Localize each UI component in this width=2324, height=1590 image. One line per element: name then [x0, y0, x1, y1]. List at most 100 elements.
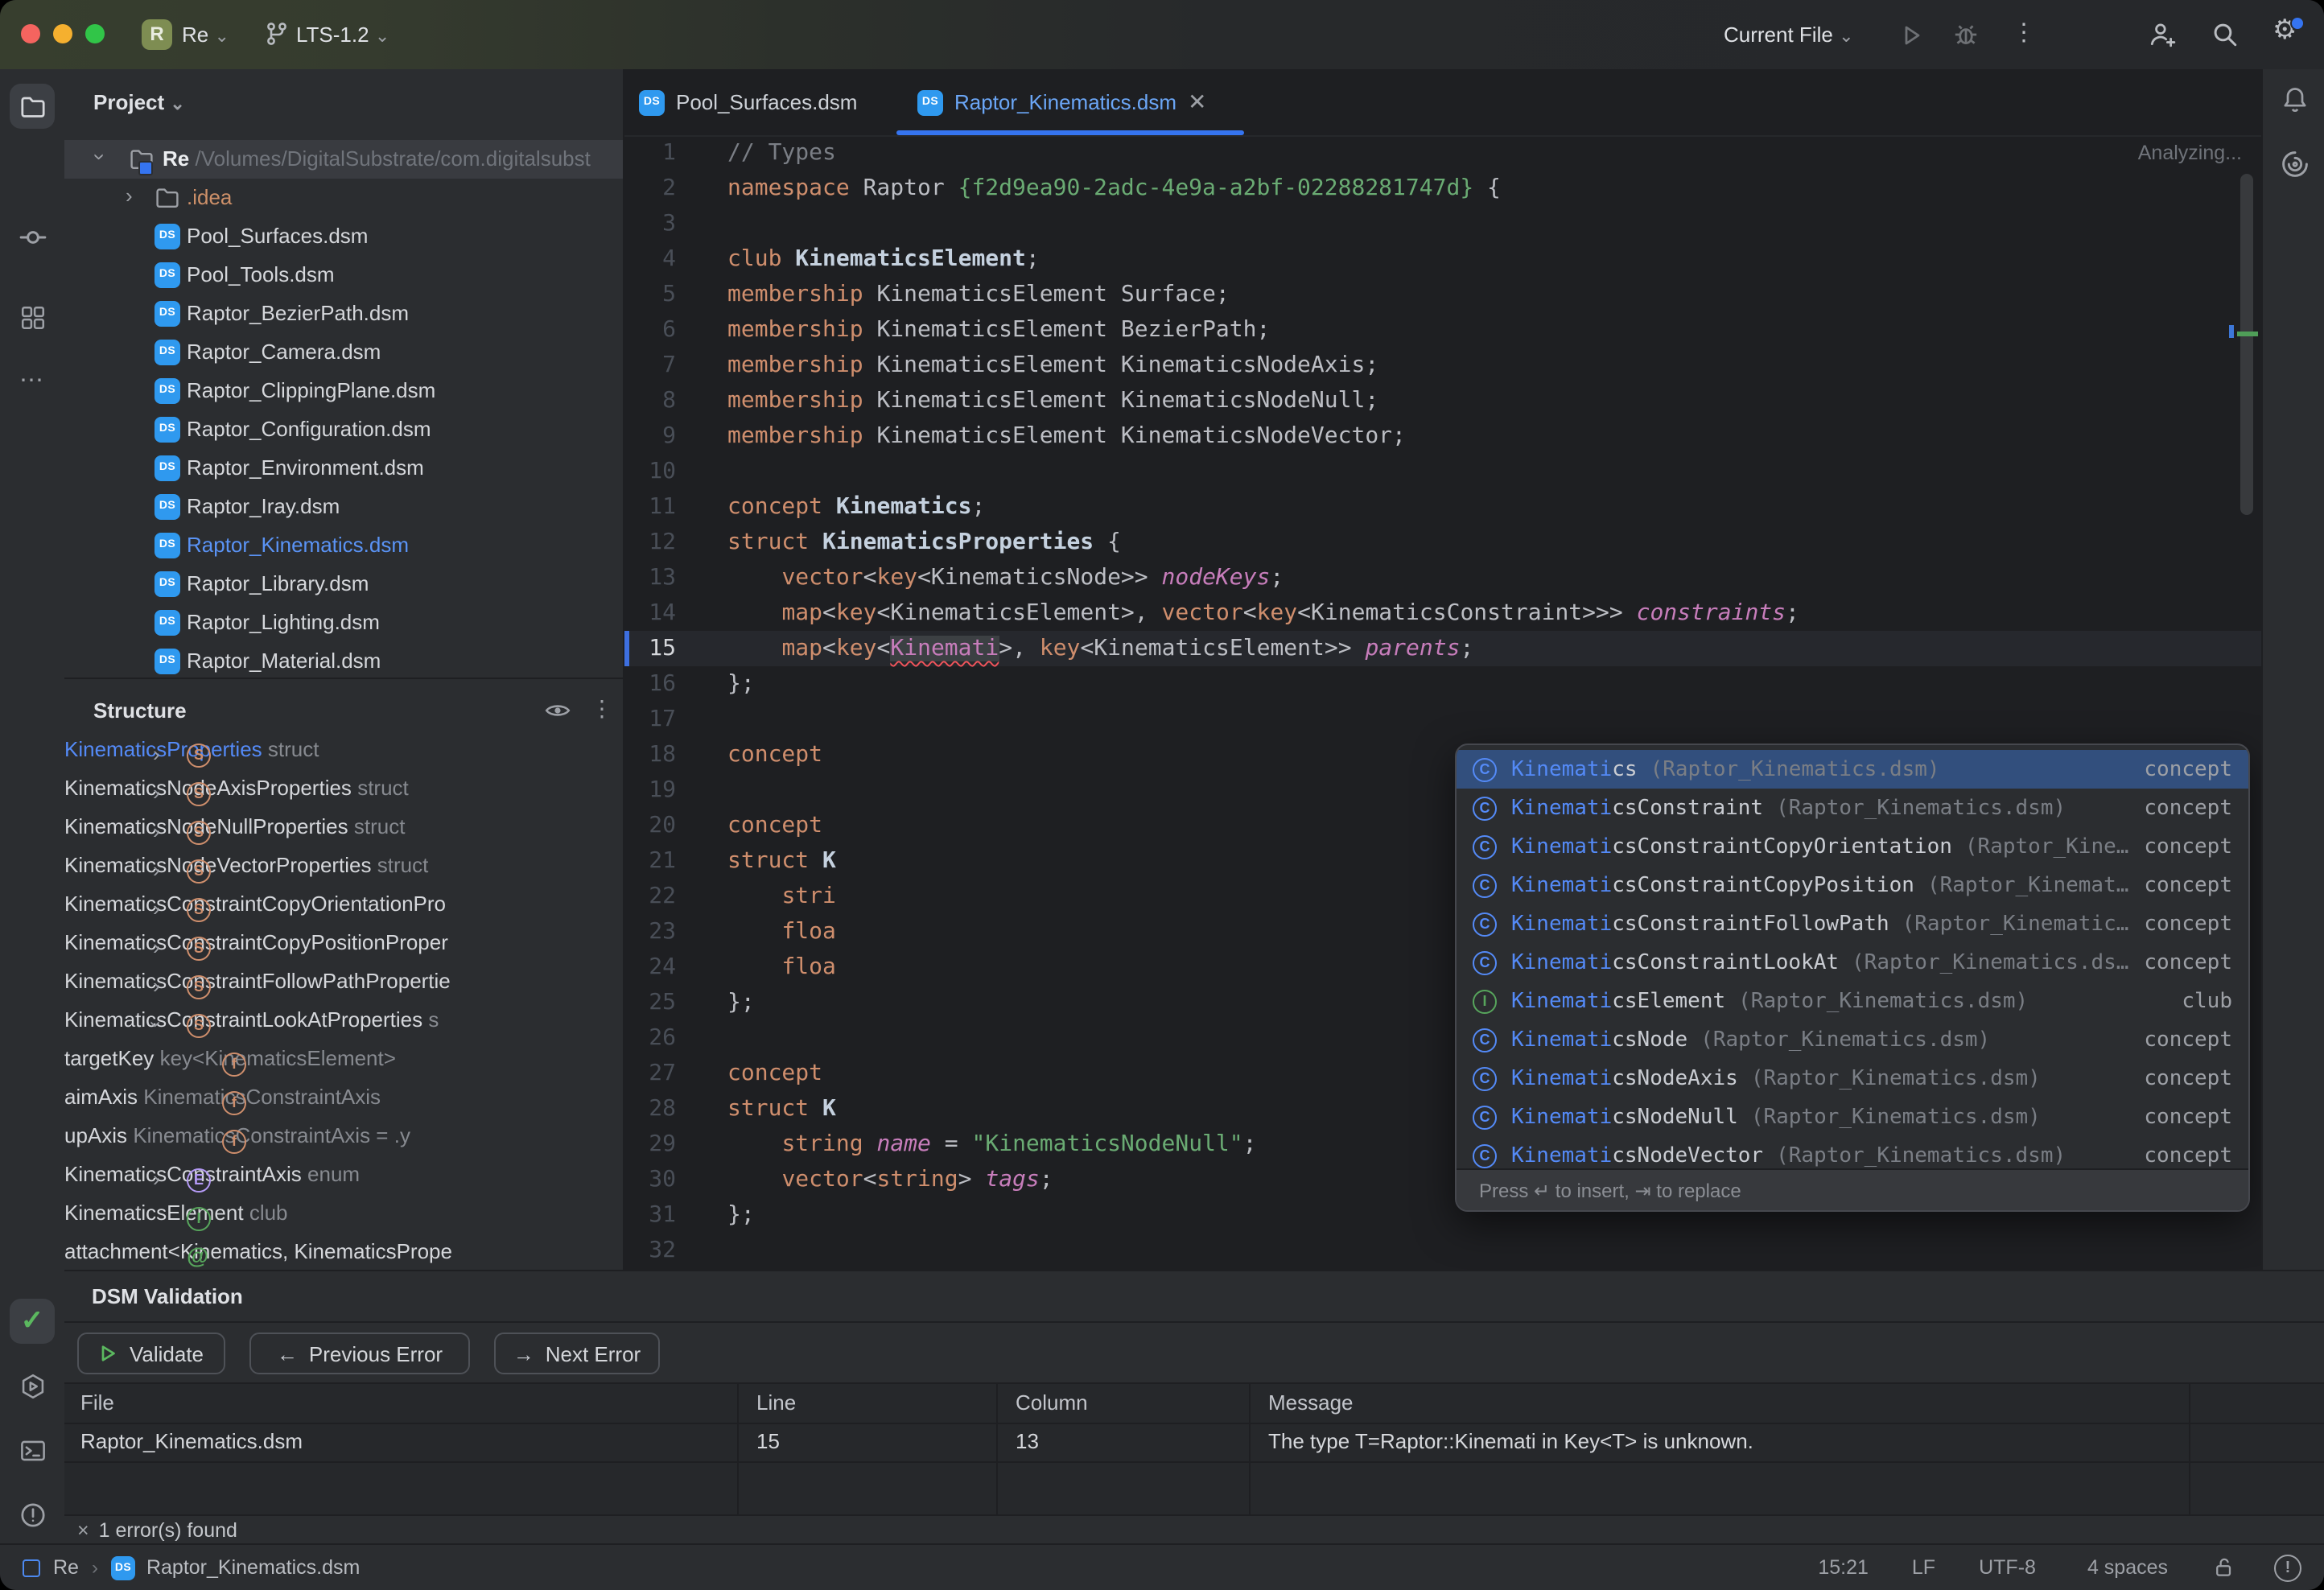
completion-item[interactable]: CKinematicsConstraintFollowPath(Raptor_K…	[1457, 904, 2248, 943]
code-line-16[interactable]: };	[624, 666, 2263, 702]
lock-open-icon[interactable]	[2213, 1556, 2235, 1579]
structure-item[interactable]: ›SKinematicsConstraintCopyOrientationPro	[64, 892, 623, 930]
completion-item[interactable]: CKinematicsNodeNull(Raptor_Kinematics.ds…	[1457, 1098, 2248, 1136]
tree-item[interactable]: DSRaptor_ClippingPlane.dsm	[64, 372, 623, 410]
tree-item[interactable]: DSPool_Surfaces.dsm	[64, 217, 623, 256]
chevron-icon[interactable]: ›	[153, 974, 160, 998]
column-divider[interactable]	[1249, 1384, 1251, 1516]
chevron-icon[interactable]: ›	[126, 183, 133, 208]
code-line-32[interactable]	[624, 1233, 2263, 1268]
validate-button[interactable]: Validate	[77, 1333, 225, 1374]
tree-item-root[interactable]: ›Re /Volumes/DigitalSubstrate/com.digita…	[64, 140, 623, 179]
indent-indicator[interactable]: 4 spaces	[2087, 1556, 2168, 1579]
structure-item[interactable]: ›SKinematicsConstraintLookAtProperties s	[64, 1007, 623, 1046]
encoding-indicator[interactable]: UTF-8	[1979, 1556, 2036, 1579]
code-line-4[interactable]: club KinematicsElement;	[624, 241, 2263, 277]
tree-item[interactable]: ›.idea	[64, 179, 623, 217]
more-icon[interactable]: ⋯	[10, 357, 55, 402]
structure-item[interactable]: ›SKinematicsConstraintCopyPositionProper	[64, 930, 623, 969]
code-line-11[interactable]: concept Kinematics;	[624, 489, 2263, 525]
validation-check-icon[interactable]: ✓	[10, 1299, 55, 1344]
code-line-10[interactable]	[624, 454, 2263, 489]
structure-item[interactable]: ›SKinematicsNodeAxisProperties struct	[64, 776, 623, 814]
tree-item[interactable]: DSRaptor_Kinematics.dsm	[64, 526, 623, 565]
gear-icon[interactable]: ⚙	[2272, 14, 2297, 47]
completion-item[interactable]: CKinematicsConstraint(Raptor_Kinematics.…	[1457, 789, 2248, 827]
problems-icon[interactable]	[10, 1492, 55, 1537]
code-line-9[interactable]: membership KinematicsElement KinematicsN…	[624, 418, 2263, 454]
code-line-5[interactable]: membership KinematicsElement Surface;	[624, 277, 2263, 312]
line-ending-indicator[interactable]: LF	[1912, 1556, 1935, 1579]
branch-menu[interactable]: LTS-1.2 ⌄	[296, 23, 389, 47]
table-cell[interactable]: The type T=Raptor::Kinemati in Key<T> is…	[1268, 1429, 2169, 1453]
code-line-14[interactable]: map<key<KinematicsElement>, vector<key<K…	[624, 595, 2263, 631]
caret-position[interactable]: 15:21	[1818, 1556, 1869, 1579]
chevron-icon[interactable]: ›	[153, 781, 160, 805]
structure-item[interactable]: ftargetKey key<KinematicsElement>	[64, 1046, 623, 1085]
tab-raptor-kinematics[interactable]: DS Raptor_Kinematics.dsm ✕	[917, 69, 1206, 135]
traffic-minimize-icon[interactable]	[53, 24, 72, 43]
previous-error-button[interactable]: ← Previous Error	[249, 1333, 470, 1374]
column-header-message[interactable]: Message	[1268, 1390, 2169, 1415]
structure-item[interactable]: ›SKinematicsProperties struct	[64, 737, 623, 776]
project-panel-title[interactable]: Project ⌄	[93, 90, 185, 114]
column-divider[interactable]	[737, 1384, 739, 1516]
structure-item[interactable]: ›SKinematicsConstraintFollowPathProperti…	[64, 969, 623, 1007]
ai-assistant-icon[interactable]	[2281, 150, 2310, 179]
search-icon[interactable]	[2211, 21, 2239, 48]
chevron-icon[interactable]: ›	[88, 154, 112, 161]
completion-item[interactable]: CKinematicsNode(Raptor_Kinematics.dsm)co…	[1457, 1020, 2248, 1059]
completion-item[interactable]: IKinematicsElement(Raptor_Kinematics.dsm…	[1457, 982, 2248, 1020]
code-line-6[interactable]: membership KinematicsElement BezierPath;	[624, 312, 2263, 348]
column-divider[interactable]	[2189, 1384, 2190, 1516]
debug-bug-icon[interactable]	[1952, 21, 1980, 48]
code-line-2[interactable]: namespace Raptor {f2d9ea90-2adc-4e9a-a2b…	[624, 171, 2263, 206]
traffic-zoom-icon[interactable]	[85, 24, 105, 43]
commit-icon[interactable]	[10, 214, 55, 259]
error-circle-icon[interactable]: !	[2274, 1554, 2301, 1581]
structure-item[interactable]: @attachment<Kinematics, KinematicsPrope	[64, 1239, 623, 1271]
chevron-icon[interactable]: ›	[144, 1021, 168, 1028]
tree-item[interactable]: DSPool_Tools.dsm	[64, 256, 623, 295]
eye-icon[interactable]	[544, 697, 571, 724]
kebab-menu-icon[interactable]: ⋮	[591, 695, 613, 723]
column-header-line[interactable]: Line	[756, 1390, 998, 1415]
tree-item[interactable]: DSRaptor_BezierPath.dsm	[64, 295, 623, 333]
table-cell[interactable]: Raptor_Kinematics.dsm	[80, 1429, 724, 1453]
tree-item[interactable]: DSRaptor_Iray.dsm	[64, 488, 623, 526]
code-line-17[interactable]	[624, 702, 2263, 737]
breadcrumb-file[interactable]: Raptor_Kinematics.dsm	[146, 1556, 360, 1579]
completion-item[interactable]: CKinematicsConstraintCopyOrientation(Rap…	[1457, 827, 2248, 866]
tree-item[interactable]: DSRaptor_Camera.dsm	[64, 333, 623, 372]
run-play-icon[interactable]	[1899, 23, 1925, 48]
chevron-icon[interactable]: ›	[153, 896, 160, 921]
chevron-icon[interactable]: ›	[153, 1167, 160, 1191]
tree-item[interactable]: DSRaptor_Lighting.dsm	[64, 603, 623, 642]
completion-item[interactable]: CKinematicsConstraintCopyPosition(Raptor…	[1457, 866, 2248, 904]
tree-item[interactable]: DSRaptor_Material.dsm	[64, 642, 623, 678]
add-user-icon[interactable]	[2149, 21, 2176, 48]
editor-scrollbar[interactable]	[2240, 174, 2253, 515]
chevron-icon[interactable]: ›	[153, 819, 160, 843]
completion-item[interactable]: CKinematics(Raptor_Kinematics.dsm)concep…	[1457, 750, 2248, 789]
tree-item[interactable]: DSRaptor_Configuration.dsm	[64, 410, 623, 449]
structure-item[interactable]: ›EKinematicsConstraintAxis enum	[64, 1162, 623, 1201]
code-line-1[interactable]: // Types	[624, 135, 2263, 171]
tree-item[interactable]: DSRaptor_Library.dsm	[64, 565, 623, 603]
terminal-icon[interactable]	[10, 1427, 55, 1473]
tab-pool-surfaces[interactable]: DS Pool_Surfaces.dsm	[639, 69, 857, 135]
services-icon[interactable]	[10, 1363, 55, 1408]
structure-item[interactable]: ›SKinematicsNodeVectorProperties struct	[64, 853, 623, 892]
tool-windows-icon[interactable]	[10, 295, 55, 340]
next-error-button[interactable]: → Next Error	[494, 1333, 660, 1374]
kebab-menu-icon[interactable]: ⋮	[2012, 18, 2036, 47]
code-line-3[interactable]	[624, 206, 2263, 241]
column-header-column[interactable]: Column	[1016, 1390, 1241, 1415]
chevron-icon[interactable]: ›	[153, 858, 160, 882]
run-configuration-select[interactable]: Current File ⌄	[1724, 23, 1854, 47]
tree-item[interactable]: DSRaptor_Environment.dsm	[64, 449, 623, 488]
code-line-7[interactable]: membership KinematicsElement KinematicsN…	[624, 348, 2263, 383]
column-header-file[interactable]: File	[80, 1390, 724, 1415]
completion-item[interactable]: CKinematicsConstraintLookAt(Raptor_Kinem…	[1457, 943, 2248, 982]
traffic-close-icon[interactable]	[21, 24, 40, 43]
